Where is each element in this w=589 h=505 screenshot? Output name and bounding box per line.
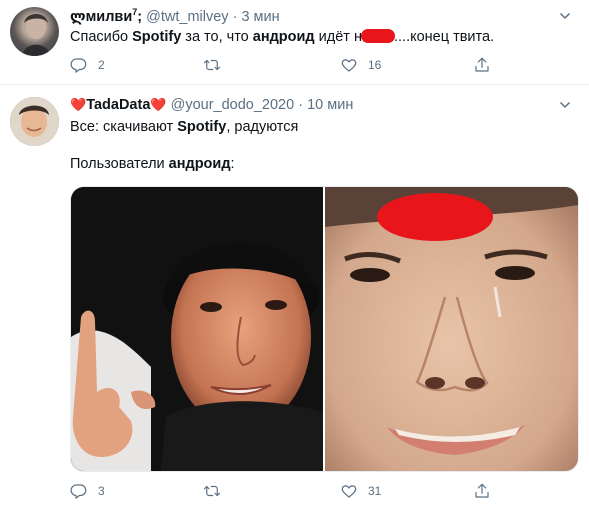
share-icon bbox=[475, 483, 489, 498]
two-hearts-emoji: ❤️ bbox=[70, 97, 87, 112]
reply-count: 2 bbox=[98, 58, 105, 72]
heart-icon bbox=[341, 59, 357, 72]
tweet-media[interactable] bbox=[70, 186, 579, 472]
share-button[interactable] bbox=[473, 56, 491, 74]
reply-icon bbox=[70, 484, 87, 499]
tweet-text-line: Пользователи андроид: bbox=[70, 156, 235, 172]
display-name[interactable]: ლмилви7; bbox=[70, 7, 142, 25]
tweet-header: ლмилви7; @twt_milvey · 3 мин bbox=[70, 7, 280, 25]
user-handle[interactable]: @twt_milvey bbox=[146, 9, 228, 25]
avatar[interactable] bbox=[10, 7, 59, 56]
retweet-button[interactable] bbox=[203, 56, 231, 74]
heart-icon bbox=[341, 485, 357, 498]
like-count: 31 bbox=[368, 484, 382, 498]
tweet-text: Спасибо Spotify за то, что андроид идёт … bbox=[70, 29, 495, 45]
display-name[interactable]: TadaData bbox=[86, 97, 150, 113]
tweet[interactable]: ლмилви7; @twt_milvey · 3 мин Спасибо Spo… bbox=[0, 0, 589, 85]
photo-crying-selfie-closeup[interactable] bbox=[325, 187, 578, 471]
avatar[interactable] bbox=[10, 97, 59, 146]
photo-crying-selfie-left[interactable] bbox=[71, 187, 323, 471]
reply-count: 3 bbox=[98, 484, 105, 498]
separator: · bbox=[298, 97, 304, 113]
like-count: 16 bbox=[368, 58, 382, 72]
separator: · bbox=[232, 8, 238, 25]
redaction-mark bbox=[377, 193, 493, 241]
tweet-actions: 2 16 bbox=[70, 56, 500, 76]
chevron-down-icon[interactable] bbox=[559, 10, 571, 22]
tweet-text-line: Все: скачивают Spotify, радуются bbox=[70, 119, 299, 135]
timestamp[interactable]: 10 мин bbox=[307, 97, 353, 113]
tweet-header: ❤️TadaData❤️ @your_dodo_2020 · 10 мин bbox=[70, 97, 353, 113]
tweet[interactable]: ❤️TadaData❤️ @your_dodo_2020 · 10 мин Вс… bbox=[0, 85, 589, 505]
tweet-actions: 3 31 bbox=[70, 482, 500, 502]
share-icon bbox=[475, 57, 489, 72]
chevron-down-icon[interactable] bbox=[559, 99, 571, 111]
reply-icon bbox=[70, 58, 87, 73]
like-button[interactable]: 31 bbox=[340, 482, 381, 500]
user-handle[interactable]: @your_dodo_2020 bbox=[171, 97, 295, 113]
reply-button[interactable]: 2 bbox=[70, 56, 105, 74]
share-button[interactable] bbox=[473, 482, 491, 500]
retweet-button[interactable] bbox=[203, 482, 231, 500]
like-button[interactable]: 16 bbox=[340, 56, 381, 74]
timestamp[interactable]: 3 мин bbox=[241, 9, 279, 25]
two-hearts-emoji: ❤️ bbox=[150, 97, 167, 112]
retweet-icon bbox=[203, 485, 221, 497]
reply-button[interactable]: 3 bbox=[70, 482, 105, 500]
redaction-mark bbox=[360, 29, 395, 43]
retweet-icon bbox=[203, 59, 221, 71]
